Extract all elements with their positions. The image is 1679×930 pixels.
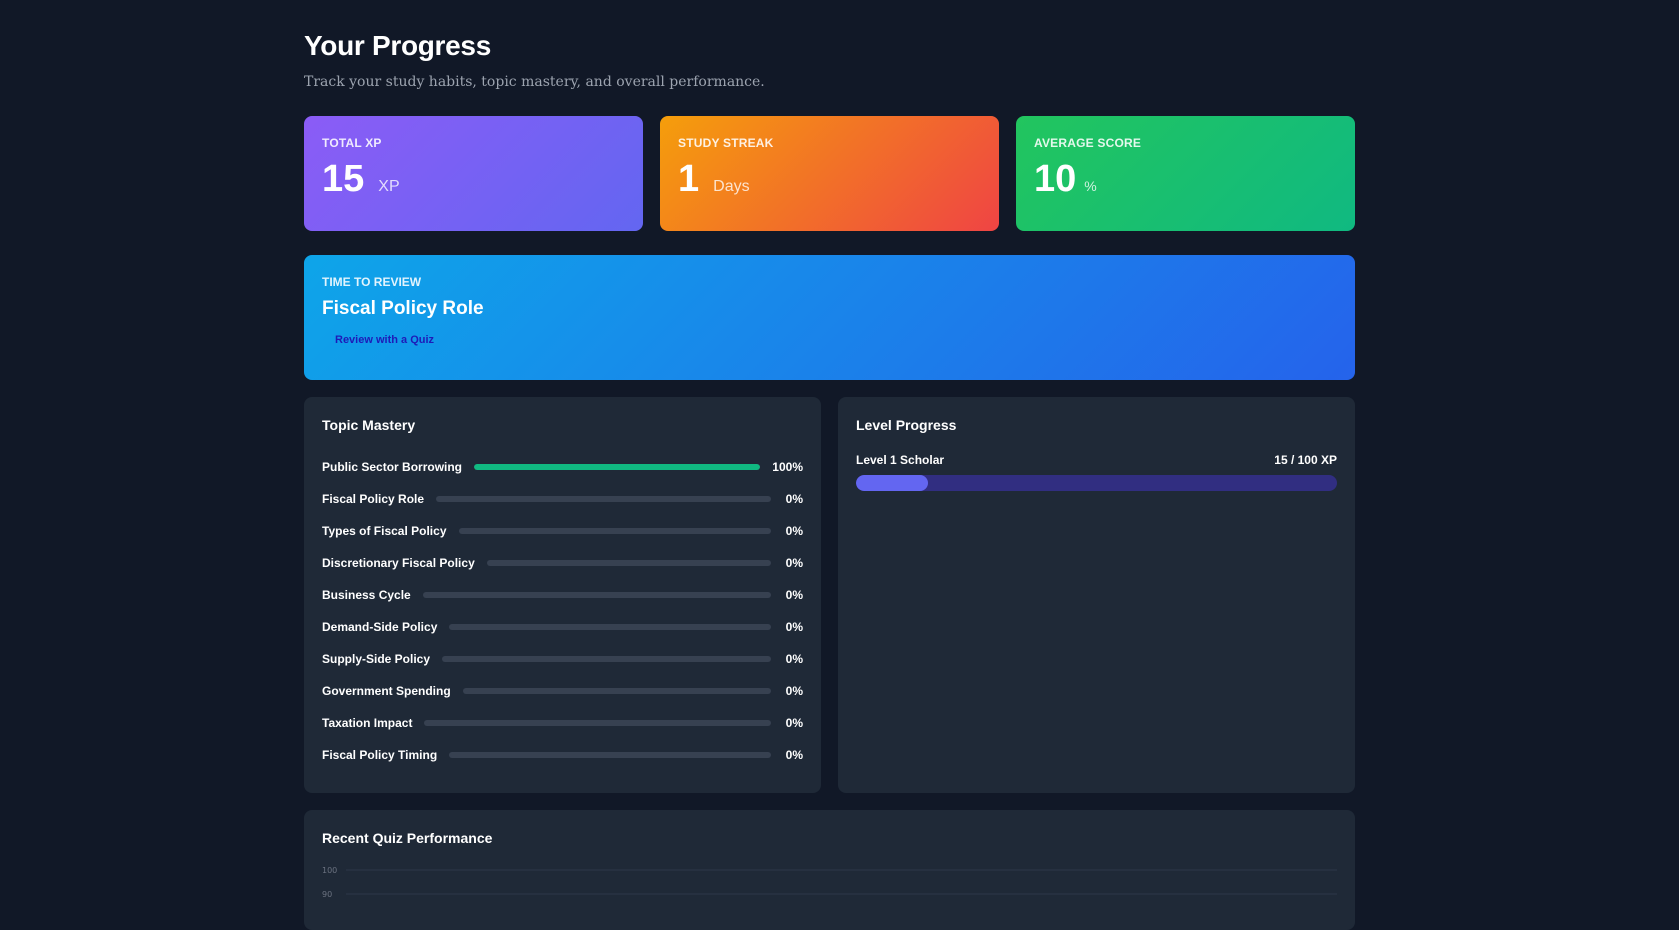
mastery-row: Government Spending 0% — [322, 675, 803, 707]
study-streak-label: STUDY STREAK — [678, 136, 774, 150]
average-score-value: 10 — [1034, 158, 1077, 200]
mastery-topic-name: Fiscal Policy Role — [322, 492, 425, 506]
mastery-topic-name: Business Cycle — [322, 588, 411, 602]
time-to-review-card: TIME TO REVIEW Fiscal Policy Role Review… — [304, 255, 1355, 380]
y-axis-tick-label: 90 — [322, 890, 332, 899]
level-xp-label: 15 / 100 XP — [1274, 453, 1337, 467]
average-score-card: AVERAGE SCORE 10 % — [1016, 116, 1355, 231]
mastery-progress-bar — [486, 560, 771, 566]
recent-quiz-performance-panel: Recent Quiz Performance 100 90 — [304, 810, 1355, 930]
mastery-percent: 0% — [785, 556, 803, 570]
mastery-progress-bar — [449, 752, 771, 758]
level-progress-panel: Level Progress Level 1 Scholar 15 / 100 … — [838, 397, 1355, 793]
mastery-progress-bar — [462, 688, 771, 694]
mastery-percent: 0% — [785, 588, 803, 602]
mastery-progress-bar — [449, 624, 771, 630]
review-with-quiz-button[interactable]: Review with a Quiz — [322, 330, 447, 350]
mastery-progress-fill — [474, 464, 761, 470]
mastery-progress-bar — [422, 592, 771, 598]
mastery-row: Demand-Side Policy 0% — [322, 611, 803, 643]
mastery-percent: 0% — [785, 492, 803, 506]
total-xp-label: TOTAL XP — [322, 136, 382, 150]
mastery-progress-bar — [442, 656, 771, 662]
total-xp-unit: XP — [378, 178, 400, 195]
page-title: Your Progress — [304, 30, 491, 61]
mastery-percent: 0% — [785, 684, 803, 698]
topic-mastery-panel: Topic Mastery Public Sector Borrowing 100… — [304, 397, 821, 793]
mastery-row: Business Cycle 0% — [322, 579, 803, 611]
mastery-row: Fiscal Policy Role 0% — [322, 483, 803, 515]
mastery-topic-name: Taxation Impact — [322, 716, 413, 730]
mastery-percent: 100% — [772, 460, 803, 474]
level-progress-bar — [856, 475, 1337, 491]
mastery-topic-name: Fiscal Policy Timing — [322, 748, 438, 762]
mastery-topic-name: Supply-Side Policy — [322, 652, 431, 666]
study-streak-value: 1 — [678, 158, 700, 200]
page-subtitle: Track your study habits, topic mastery, … — [304, 74, 765, 90]
total-xp-card: TOTAL XP 15 XP — [304, 116, 643, 231]
level-progress-fill — [856, 475, 929, 491]
topic-mastery-list: Public Sector Borrowing 100% Fiscal Policy… — [322, 451, 803, 771]
mastery-percent: 0% — [785, 716, 803, 730]
mastery-row: Discretionary Fiscal Policy 0% — [322, 547, 803, 579]
total-xp-value: 15 — [322, 158, 365, 200]
level-progress-title: Level Progress — [856, 417, 957, 433]
mastery-row: Public Sector Borrowing 100% — [322, 451, 803, 483]
study-streak-card: STUDY STREAK 1 Days — [660, 116, 999, 231]
total-xp-value-row: 15 XP — [322, 160, 625, 198]
quiz-performance-chart: 100 90 — [322, 866, 1337, 899]
level-info-row: Level 1 Scholar 15 / 100 XP — [856, 453, 1337, 467]
mastery-topic-name: Public Sector Borrowing — [322, 460, 463, 474]
mastery-progress-bar — [458, 528, 771, 534]
average-score-value-row: 10 % — [1034, 160, 1337, 198]
mastery-topic-name: Types of Fiscal Policy — [322, 524, 447, 538]
mastery-topic-name: Discretionary Fiscal Policy — [322, 556, 475, 570]
average-score-unit: % — [1084, 178, 1097, 194]
review-topic: Fiscal Policy Role — [322, 298, 484, 319]
mastery-row: Fiscal Policy Timing 0% — [322, 739, 803, 771]
time-to-review-label: TIME TO REVIEW — [322, 275, 422, 289]
study-streak-unit: Days — [713, 178, 750, 195]
mastery-progress-bar — [474, 464, 761, 470]
study-streak-value-row: 1 Days — [678, 160, 981, 198]
mastery-row: Supply-Side Policy 0% — [322, 643, 803, 675]
mastery-percent: 0% — [785, 652, 803, 666]
mastery-progress-bar — [436, 496, 771, 502]
mastery-topic-name: Demand-Side Policy — [322, 620, 438, 634]
y-axis-tick-label: 100 — [322, 866, 337, 875]
mastery-row: Types of Fiscal Policy 0% — [322, 515, 803, 547]
average-score-label: AVERAGE SCORE — [1034, 136, 1142, 150]
mastery-topic-name: Government Spending — [322, 684, 451, 698]
mastery-row: Taxation Impact 0% — [322, 707, 803, 739]
topic-mastery-title: Topic Mastery — [322, 417, 416, 433]
mastery-percent: 0% — [785, 524, 803, 538]
mastery-percent: 0% — [785, 748, 803, 762]
mastery-percent: 0% — [785, 620, 803, 634]
recent-quiz-performance-title: Recent Quiz Performance — [322, 830, 493, 846]
mastery-progress-bar — [424, 720, 771, 726]
level-name: Level 1 Scholar — [856, 453, 945, 467]
